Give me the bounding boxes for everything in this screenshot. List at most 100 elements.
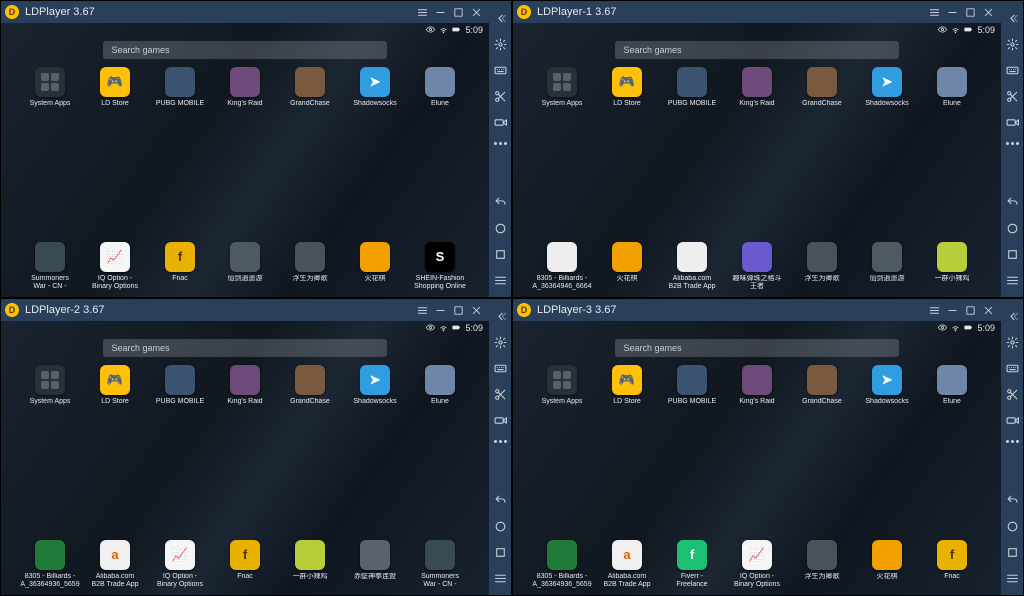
scissors-button[interactable] <box>491 385 509 403</box>
scissors-button[interactable] <box>1003 87 1021 105</box>
app-launcher[interactable]: 仙剑逍遥游 <box>861 242 913 291</box>
nav-menu-button[interactable] <box>491 271 509 289</box>
nav-back-button[interactable] <box>491 491 509 509</box>
app-launcher[interactable]: GrandChase <box>796 365 848 406</box>
android-desktop[interactable]: 5:09 System Apps 🎮 LD Store PUBG MOBILE … <box>513 23 1001 297</box>
app-launcher[interactable]: Summoners War - CN - NonIncent - Android <box>24 242 76 291</box>
app-launcher[interactable]: f Fiverr - Freelance Services - AD,AL,AR… <box>666 540 718 589</box>
app-launcher[interactable]: King's Raid <box>731 365 783 406</box>
app-launcher[interactable]: System Apps <box>536 365 588 406</box>
app-launcher[interactable]: GrandChase <box>284 365 336 406</box>
app-launcher[interactable]: 📈 IQ Option - Binary Options <box>89 242 141 291</box>
nav-menu-button[interactable] <box>1003 569 1021 587</box>
app-launcher[interactable]: 赤壁神拳连盟 <box>349 540 401 589</box>
app-launcher[interactable]: King's Raid <box>219 67 271 108</box>
android-desktop[interactable]: 5:09 System Apps 🎮 LD Store PUBG MOBILE … <box>1 321 489 595</box>
collapse-sidebar-button[interactable] <box>1003 9 1021 27</box>
app-launcher[interactable]: Elune <box>414 365 466 406</box>
app-launcher[interactable]: 🎮 LD Store <box>601 365 653 406</box>
nav-recent-button[interactable] <box>1003 245 1021 263</box>
app-launcher[interactable]: 一群小辣鸡 <box>926 242 978 291</box>
close-button[interactable] <box>979 3 997 21</box>
app-launcher[interactable]: ➤ Shadowsocks <box>861 365 913 406</box>
app-launcher[interactable]: f Fnac <box>926 540 978 589</box>
minimize-button[interactable] <box>431 3 449 21</box>
app-launcher[interactable]: ➤ Shadowsocks <box>349 365 401 406</box>
app-launcher[interactable]: 浮生为卿歌 <box>796 242 848 291</box>
close-button[interactable] <box>467 3 485 21</box>
nav-home-button[interactable] <box>491 517 509 535</box>
app-launcher[interactable]: 8305 - Billiards - A_36364946_6664 <box>536 242 588 291</box>
app-launcher[interactable]: King's Raid <box>219 365 271 406</box>
app-launcher[interactable]: PUBG MOBILE <box>154 67 206 108</box>
app-launcher[interactable]: 浮生为卿歌 <box>796 540 848 589</box>
app-launcher[interactable]: King's Raid <box>731 67 783 108</box>
app-launcher[interactable]: 火花棋 <box>601 242 653 291</box>
camera-button[interactable] <box>1003 411 1021 429</box>
app-launcher[interactable]: 🎮 LD Store <box>601 67 653 108</box>
more-button[interactable] <box>491 437 509 455</box>
search-input[interactable] <box>615 41 898 59</box>
keyboard-button[interactable] <box>491 359 509 377</box>
app-launcher[interactable]: PUBG MOBILE <box>666 365 718 406</box>
android-desktop[interactable]: 5:09 System Apps 🎮 LD Store PUBG MOBILE … <box>513 321 1001 595</box>
app-launcher[interactable]: 火花棋 <box>861 540 913 589</box>
nav-menu-button[interactable] <box>1003 271 1021 289</box>
app-launcher[interactable]: f Fnac <box>219 540 271 589</box>
nav-recent-button[interactable] <box>491 543 509 561</box>
app-launcher[interactable]: f Fnac <box>154 242 206 291</box>
app-launcher[interactable]: S SHEIN-Fashion Shopping Online <box>414 242 466 291</box>
nav-back-button[interactable] <box>1003 491 1021 509</box>
app-launcher[interactable]: Summoners War - CN - NonIncent - Android <box>414 540 466 589</box>
app-launcher[interactable]: a Alibaba.com B2B Trade App <box>89 540 141 589</box>
app-launcher[interactable]: PUBG MOBILE <box>666 67 718 108</box>
app-launcher[interactable]: 趣味弹珠之格斗王者 <box>731 242 783 291</box>
app-launcher[interactable]: System Apps <box>24 365 76 406</box>
app-launcher[interactable]: System Apps <box>24 67 76 108</box>
search-input[interactable] <box>103 41 386 59</box>
nav-menu-button[interactable] <box>491 569 509 587</box>
close-button[interactable] <box>979 301 997 319</box>
app-launcher[interactable]: System Apps <box>536 67 588 108</box>
minimize-button[interactable] <box>431 301 449 319</box>
keyboard-button[interactable] <box>1003 61 1021 79</box>
app-launcher[interactable]: ➤ Shadowsocks <box>861 67 913 108</box>
maximize-button[interactable] <box>449 3 467 21</box>
camera-button[interactable] <box>1003 113 1021 131</box>
nav-recent-button[interactable] <box>1003 543 1021 561</box>
minimize-button[interactable] <box>943 301 961 319</box>
app-launcher[interactable]: 📈 IQ Option - Binary Options <box>154 540 206 589</box>
hamburger-button[interactable] <box>413 3 431 21</box>
settings-button[interactable] <box>491 35 509 53</box>
app-launcher[interactable]: 仙剑逍遥游 <box>219 242 271 291</box>
nav-back-button[interactable] <box>1003 193 1021 211</box>
android-desktop[interactable]: 5:09 System Apps 🎮 LD Store PUBG MOBILE … <box>1 23 489 297</box>
nav-recent-button[interactable] <box>491 245 509 263</box>
app-launcher[interactable]: 浮生为卿歌 <box>284 242 336 291</box>
app-launcher[interactable]: Alibaba.com B2B Trade App <box>666 242 718 291</box>
scissors-button[interactable] <box>491 87 509 105</box>
settings-button[interactable] <box>491 333 509 351</box>
maximize-button[interactable] <box>449 301 467 319</box>
more-button[interactable] <box>1003 139 1021 157</box>
nav-home-button[interactable] <box>1003 219 1021 237</box>
app-launcher[interactable]: GrandChase <box>796 67 848 108</box>
app-launcher[interactable]: 📈 IQ Option - Binary Options <box>731 540 783 589</box>
keyboard-button[interactable] <box>491 61 509 79</box>
close-button[interactable] <box>467 301 485 319</box>
settings-button[interactable] <box>1003 333 1021 351</box>
app-launcher[interactable]: 🎮 LD Store <box>89 67 141 108</box>
collapse-sidebar-button[interactable] <box>491 307 509 325</box>
settings-button[interactable] <box>1003 35 1021 53</box>
more-button[interactable] <box>1003 437 1021 455</box>
hamburger-button[interactable] <box>925 301 943 319</box>
nav-home-button[interactable] <box>1003 517 1021 535</box>
scissors-button[interactable] <box>1003 385 1021 403</box>
app-launcher[interactable]: a Alibaba.com B2B Trade App <box>601 540 653 589</box>
app-launcher[interactable]: PUBG MOBILE <box>154 365 206 406</box>
keyboard-button[interactable] <box>1003 359 1021 377</box>
maximize-button[interactable] <box>961 301 979 319</box>
app-launcher[interactable]: Elune <box>926 365 978 406</box>
search-input[interactable] <box>103 339 386 357</box>
app-launcher[interactable]: ➤ Shadowsocks <box>349 67 401 108</box>
